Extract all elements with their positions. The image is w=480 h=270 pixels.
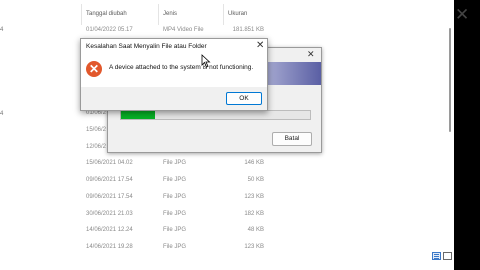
file-row[interactable]: 01/04/2022 05.17 MP4 Video File 181.851 … xyxy=(0,25,450,37)
file-size: 123 KB xyxy=(244,244,264,250)
column-divider[interactable] xyxy=(223,4,224,25)
file-type: File JPG xyxy=(163,160,187,166)
file-date: 30/06/2021 21.03 xyxy=(86,211,133,217)
column-header-date[interactable]: Tanggal diubah xyxy=(86,11,127,17)
error-dialog-close-icon[interactable]: ✕ xyxy=(256,40,264,51)
column-divider[interactable] xyxy=(81,4,82,25)
error-dialog: Kesalahan Saat Menyalin File atau Folder… xyxy=(80,38,268,111)
file-row[interactable]: 14/06/2021 19.28 File JPG 123 KB xyxy=(0,242,450,254)
file-size: 48 KB xyxy=(247,227,264,233)
column-header-type[interactable]: Jenis xyxy=(163,11,177,17)
file-row[interactable]: 09/06/2021 17.54 File JPG 50 KB xyxy=(0,175,450,187)
cancel-button[interactable]: Batal xyxy=(272,132,312,146)
tiles-view-icon[interactable] xyxy=(443,252,452,260)
file-type: File JPG xyxy=(163,227,187,233)
file-size: 123 KB xyxy=(244,194,264,200)
file-date: 09/06/2021 17.54 xyxy=(86,194,133,200)
file-date: 15/06/2 xyxy=(86,127,107,133)
mouse-pointer-icon xyxy=(201,54,211,68)
file-size: 50 KB xyxy=(247,177,264,183)
column-header-size[interactable]: Ukuran xyxy=(228,11,247,17)
file-type: File JPG xyxy=(163,211,187,217)
file-row[interactable]: 14/06/2021 12.24 File JPG 48 KB xyxy=(0,225,450,237)
file-date: 09/06/2021 17.54 xyxy=(86,177,133,183)
error-dialog-title: Kesalahan Saat Menyalin File atau Folder xyxy=(86,43,207,50)
file-date: 15/06/2021 04.02 xyxy=(86,160,133,166)
error-dialog-footer: OK xyxy=(81,87,267,110)
error-x-icon: ✕ xyxy=(86,61,102,77)
file-date: 14/06/2021 12.24 xyxy=(86,227,133,233)
file-date: 01/04/2022 05.17 xyxy=(86,27,133,33)
details-view-icon[interactable] xyxy=(432,252,441,260)
file-row[interactable]: 09/06/2021 17.54 File JPG 123 KB xyxy=(0,192,450,204)
file-type: File JPG xyxy=(163,177,187,183)
file-type: File JPG xyxy=(163,244,187,250)
copy-dialog-close-icon[interactable]: ✕ xyxy=(307,49,315,60)
file-type: File JPG xyxy=(163,194,187,200)
copy-progress-fill xyxy=(121,111,156,119)
file-row[interactable]: 30/06/2021 21.03 File JPG 182 KB xyxy=(0,209,450,221)
ok-button[interactable]: OK xyxy=(226,92,262,105)
file-date: 14/06/2021 19.28 xyxy=(86,244,133,250)
file-size: 182 KB xyxy=(244,211,264,217)
screen-edge xyxy=(454,0,480,270)
error-dialog-titlebar[interactable]: Kesalahan Saat Menyalin File atau Folder… xyxy=(81,39,267,54)
copy-progress-bar xyxy=(120,110,311,120)
window-close-icon[interactable]: ✕ xyxy=(455,6,469,23)
file-date: 12/06/2 xyxy=(86,144,107,150)
file-type: MP4 Video File xyxy=(163,27,204,33)
column-divider[interactable] xyxy=(158,4,159,25)
file-size: 181.851 KB xyxy=(232,27,264,33)
error-message: A device attached to the system is not f… xyxy=(109,64,254,71)
vertical-scrollbar[interactable] xyxy=(449,28,451,132)
file-row[interactable]: 15/06/2021 04.02 File JPG 146 KB xyxy=(0,158,450,170)
file-size: 146 KB xyxy=(244,160,264,166)
